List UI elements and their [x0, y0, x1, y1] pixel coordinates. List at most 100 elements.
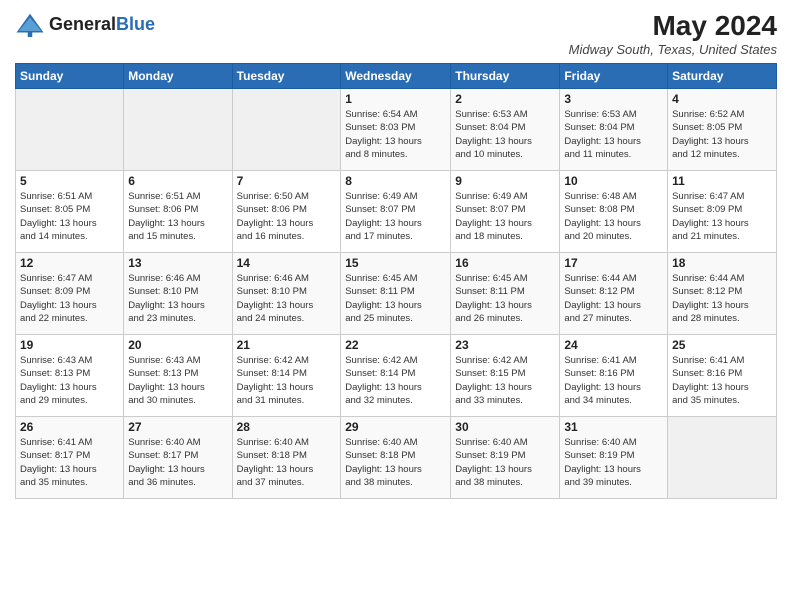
week-row-4: 19 Sunrise: 6:43 AM Sunset: 8:13 PM Dayli…: [16, 335, 777, 417]
logo-text: GeneralBlue: [49, 15, 155, 35]
calendar-cell: 29Sunrise: 6:40 AM Sunset: 8:18 PM Dayli…: [341, 417, 451, 499]
day-number: 15: [345, 256, 446, 270]
day-number: 10: [564, 174, 663, 188]
day-number: 14: [237, 256, 337, 270]
calendar-cell: 5 Sunrise: 6:51 AM Sunset: 8:05 PM Daylig…: [16, 171, 124, 253]
day-number: 11: [672, 174, 772, 188]
day-info: Sunrise: 6:45 AM Sunset: 8:11 PM Dayligh…: [455, 272, 555, 325]
day-number: 29: [345, 420, 446, 434]
calendar-cell: 4Sunrise: 6:52 AM Sunset: 8:05 PM Daylig…: [668, 89, 777, 171]
week-row-2: 5 Sunrise: 6:51 AM Sunset: 8:05 PM Daylig…: [16, 171, 777, 253]
day-info: Sunrise: 6:42 AM Sunset: 8:14 PM Dayligh…: [237, 354, 337, 407]
col-sunday: Sunday: [16, 64, 124, 89]
day-number: 17: [564, 256, 663, 270]
day-info: Sunrise: 6:40 AM Sunset: 8:17 PM Dayligh…: [128, 436, 227, 489]
day-number: 13: [128, 256, 227, 270]
day-number: 21: [237, 338, 337, 352]
day-info: Sunrise: 6:40 AM Sunset: 8:19 PM Dayligh…: [455, 436, 555, 489]
calendar-cell: 31 Sunrise: 6:40 AM Sunset: 8:19 PM Dayli…: [560, 417, 668, 499]
col-friday: Friday: [560, 64, 668, 89]
calendar-cell: 30 Sunrise: 6:40 AM Sunset: 8:19 PM Dayli…: [451, 417, 560, 499]
day-number: 23: [455, 338, 555, 352]
title-block: May 2024 Midway South, Texas, United Sta…: [569, 10, 777, 57]
day-info: Sunrise: 6:43 AM Sunset: 8:13 PM Dayligh…: [128, 354, 227, 407]
day-number: 28: [237, 420, 337, 434]
day-number: 8: [345, 174, 446, 188]
calendar-cell: 6 Sunrise: 6:51 AM Sunset: 8:06 PM Daylig…: [124, 171, 232, 253]
calendar-cell: 28 Sunrise: 6:40 AM Sunset: 8:18 PM Dayli…: [232, 417, 341, 499]
calendar-cell: 26 Sunrise: 6:41 AM Sunset: 8:17 PM Dayli…: [16, 417, 124, 499]
day-info: Sunrise: 6:51 AM Sunset: 8:05 PM Dayligh…: [20, 190, 119, 243]
day-info: Sunrise: 6:42 AM Sunset: 8:15 PM Dayligh…: [455, 354, 555, 407]
day-info: Sunrise: 6:44 AM Sunset: 8:12 PM Dayligh…: [672, 272, 772, 325]
day-info: Sunrise: 6:41 AM Sunset: 8:16 PM Dayligh…: [672, 354, 772, 407]
day-number: 27: [128, 420, 227, 434]
day-number: 26: [20, 420, 119, 434]
day-info: Sunrise: 6:53 AM Sunset: 8:04 PM Dayligh…: [564, 108, 663, 161]
day-number: 20: [128, 338, 227, 352]
calendar-cell: 1Sunrise: 6:54 AM Sunset: 8:03 PM Daylig…: [341, 89, 451, 171]
calendar-cell: 23 Sunrise: 6:42 AM Sunset: 8:15 PM Dayli…: [451, 335, 560, 417]
calendar-cell: 27 Sunrise: 6:40 AM Sunset: 8:17 PM Dayli…: [124, 417, 232, 499]
calendar-cell: 20 Sunrise: 6:43 AM Sunset: 8:13 PM Dayli…: [124, 335, 232, 417]
col-wednesday: Wednesday: [341, 64, 451, 89]
day-number: 30: [455, 420, 555, 434]
calendar-cell: 19 Sunrise: 6:43 AM Sunset: 8:13 PM Dayli…: [16, 335, 124, 417]
month-year-title: May 2024: [569, 10, 777, 42]
day-info: Sunrise: 6:42 AM Sunset: 8:14 PM Dayligh…: [345, 354, 446, 407]
calendar-table: Sunday Monday Tuesday Wednesday Thursday…: [15, 63, 777, 499]
day-info: Sunrise: 6:47 AM Sunset: 8:09 PM Dayligh…: [672, 190, 772, 243]
day-info: Sunrise: 6:43 AM Sunset: 8:13 PM Dayligh…: [20, 354, 119, 407]
day-number: 5: [20, 174, 119, 188]
day-number: 12: [20, 256, 119, 270]
calendar-cell: 10 Sunrise: 6:48 AM Sunset: 8:08 PM Dayli…: [560, 171, 668, 253]
calendar-cell: 9 Sunrise: 6:49 AM Sunset: 8:07 PM Daylig…: [451, 171, 560, 253]
day-info: Sunrise: 6:46 AM Sunset: 8:10 PM Dayligh…: [237, 272, 337, 325]
calendar-cell: 12 Sunrise: 6:47 AM Sunset: 8:09 PM Dayli…: [16, 253, 124, 335]
day-number: 16: [455, 256, 555, 270]
day-info: Sunrise: 6:49 AM Sunset: 8:07 PM Dayligh…: [345, 190, 446, 243]
day-number: 24: [564, 338, 663, 352]
day-info: Sunrise: 6:54 AM Sunset: 8:03 PM Dayligh…: [345, 108, 446, 161]
day-info: Sunrise: 6:44 AM Sunset: 8:12 PM Dayligh…: [564, 272, 663, 325]
calendar-cell: 3Sunrise: 6:53 AM Sunset: 8:04 PM Daylig…: [560, 89, 668, 171]
calendar-cell: [232, 89, 341, 171]
day-info: Sunrise: 6:41 AM Sunset: 8:16 PM Dayligh…: [564, 354, 663, 407]
week-row-3: 12 Sunrise: 6:47 AM Sunset: 8:09 PM Dayli…: [16, 253, 777, 335]
logo: GeneralBlue: [15, 10, 155, 40]
day-info: Sunrise: 6:53 AM Sunset: 8:04 PM Dayligh…: [455, 108, 555, 161]
col-saturday: Saturday: [668, 64, 777, 89]
day-info: Sunrise: 6:48 AM Sunset: 8:08 PM Dayligh…: [564, 190, 663, 243]
day-info: Sunrise: 6:40 AM Sunset: 8:19 PM Dayligh…: [564, 436, 663, 489]
logo-blue: Blue: [116, 14, 155, 34]
calendar-cell: [16, 89, 124, 171]
calendar-cell: 18Sunrise: 6:44 AM Sunset: 8:12 PM Dayli…: [668, 253, 777, 335]
day-number: 9: [455, 174, 555, 188]
day-number: 31: [564, 420, 663, 434]
day-info: Sunrise: 6:40 AM Sunset: 8:18 PM Dayligh…: [237, 436, 337, 489]
day-number: 19: [20, 338, 119, 352]
week-row-5: 26 Sunrise: 6:41 AM Sunset: 8:17 PM Dayli…: [16, 417, 777, 499]
day-info: Sunrise: 6:47 AM Sunset: 8:09 PM Dayligh…: [20, 272, 119, 325]
logo-icon: [15, 10, 45, 40]
logo-general: General: [49, 14, 116, 34]
day-number: 7: [237, 174, 337, 188]
calendar-cell: [124, 89, 232, 171]
calendar-cell: 15Sunrise: 6:45 AM Sunset: 8:11 PM Dayli…: [341, 253, 451, 335]
header: GeneralBlue May 2024 Midway South, Texas…: [15, 10, 777, 57]
calendar-cell: 17 Sunrise: 6:44 AM Sunset: 8:12 PM Dayli…: [560, 253, 668, 335]
calendar-cell: 22 Sunrise: 6:42 AM Sunset: 8:14 PM Dayli…: [341, 335, 451, 417]
calendar-cell: 13Sunrise: 6:46 AM Sunset: 8:10 PM Dayli…: [124, 253, 232, 335]
calendar-cell: 21 Sunrise: 6:42 AM Sunset: 8:14 PM Dayli…: [232, 335, 341, 417]
calendar-cell: 14 Sunrise: 6:46 AM Sunset: 8:10 PM Dayli…: [232, 253, 341, 335]
day-info: Sunrise: 6:51 AM Sunset: 8:06 PM Dayligh…: [128, 190, 227, 243]
calendar-cell: 25Sunrise: 6:41 AM Sunset: 8:16 PM Dayli…: [668, 335, 777, 417]
day-info: Sunrise: 6:49 AM Sunset: 8:07 PM Dayligh…: [455, 190, 555, 243]
day-number: 22: [345, 338, 446, 352]
day-number: 6: [128, 174, 227, 188]
day-info: Sunrise: 6:50 AM Sunset: 8:06 PM Dayligh…: [237, 190, 337, 243]
day-info: Sunrise: 6:41 AM Sunset: 8:17 PM Dayligh…: [20, 436, 119, 489]
calendar-cell: [668, 417, 777, 499]
calendar-cell: 8 Sunrise: 6:49 AM Sunset: 8:07 PM Daylig…: [341, 171, 451, 253]
calendar-cell: 24 Sunrise: 6:41 AM Sunset: 8:16 PM Dayli…: [560, 335, 668, 417]
